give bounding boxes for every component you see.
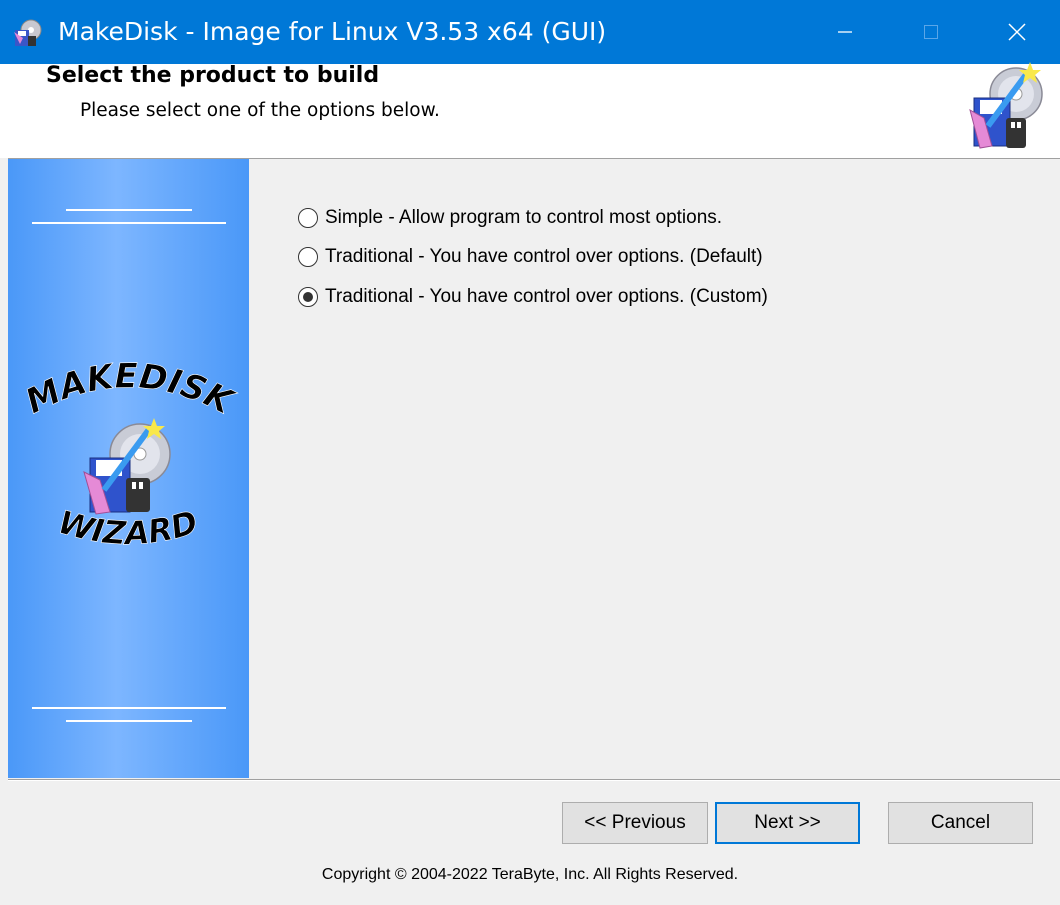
wizard-header-icon: [969, 62, 1043, 149]
option-simple[interactable]: Simple - Allow program to control most o…: [298, 207, 722, 229]
close-icon: [1008, 23, 1026, 41]
makedisk-wizard-logo: MAKEDISK WIZARD: [19, 360, 241, 553]
app-icon: [14, 19, 42, 46]
option-label: Traditional - You have control over opti…: [325, 286, 768, 307]
sidebar-rule: [32, 707, 226, 709]
copyright-text: Copyright © 2004-2022 TeraByte, Inc. All…: [321, 866, 739, 883]
sidebar-rule: [66, 720, 192, 722]
svg-text:MAKEDISK: MAKEDISK: [19, 360, 241, 424]
page-title: Select the product to build: [46, 63, 380, 88]
previous-button[interactable]: << Previous: [562, 802, 708, 844]
option-traditional-custom[interactable]: Traditional - You have control over opti…: [298, 286, 768, 308]
maximize-icon: [924, 25, 938, 39]
logo-top-text: MAKEDISK: [19, 360, 241, 424]
radio-selected-dot: [303, 292, 313, 302]
option-label: Simple - Allow program to control most o…: [325, 207, 723, 228]
option-traditional-default[interactable]: Traditional - You have control over opti…: [298, 246, 763, 268]
next-button[interactable]: Next >>: [715, 802, 860, 844]
cancel-button[interactable]: Cancel: [888, 802, 1033, 844]
close-button[interactable]: [974, 0, 1060, 64]
sidebar-rule: [32, 222, 226, 224]
option-label: Traditional - You have control over opti…: [325, 246, 763, 267]
maximize-button[interactable]: [888, 0, 974, 64]
title-bar[interactable]: MakeDisk - Image for Linux V3.53 x64 (GU…: [0, 0, 1060, 64]
radio-button-selected[interactable]: [298, 287, 318, 307]
radio-button[interactable]: [298, 208, 318, 228]
minimize-icon: [838, 31, 852, 33]
page-subtitle: Please select one of the options below.: [80, 100, 440, 121]
footer-separator-highlight: [8, 780, 1060, 781]
left-border: [0, 158, 8, 905]
window-title: MakeDisk - Image for Linux V3.53 x64 (GU…: [58, 17, 607, 46]
radio-button[interactable]: [298, 247, 318, 267]
sidebar-rule: [66, 209, 192, 211]
minimize-button[interactable]: [802, 0, 888, 64]
